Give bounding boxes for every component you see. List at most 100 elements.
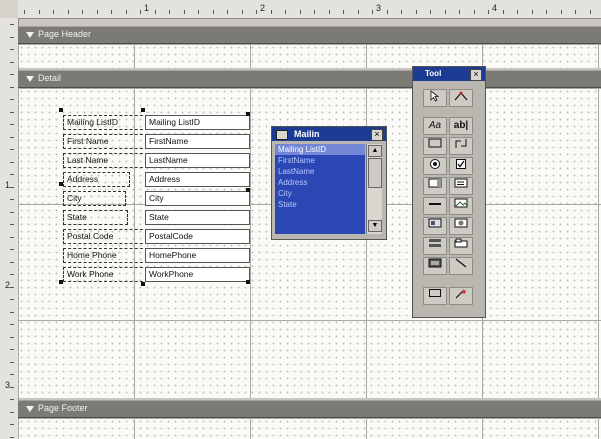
state-textbox[interactable]: State xyxy=(145,210,250,225)
tab-control-icon[interactable] xyxy=(449,237,473,255)
list-item[interactable]: LastName xyxy=(275,166,365,177)
option-button-icon[interactable] xyxy=(423,157,447,175)
field-list-window[interactable]: Mailin × Mailing ListID FirstName LastNa… xyxy=(271,126,387,240)
last-name-label[interactable]: Last Name xyxy=(63,153,148,168)
ruler-tick xyxy=(169,10,170,14)
select-pointer-icon[interactable] xyxy=(423,89,447,107)
section-marker-icon xyxy=(26,406,34,412)
list-item[interactable]: State xyxy=(275,199,365,210)
ruler-tick xyxy=(53,10,54,14)
selection-handle[interactable] xyxy=(246,188,250,192)
mailing-listid-label[interactable]: Mailing ListID xyxy=(63,115,148,130)
scroll-up-icon[interactable]: ▲ xyxy=(368,145,382,157)
home-phone-textbox[interactable]: HomePhone xyxy=(145,248,250,263)
first-name-textbox[interactable]: FirstName xyxy=(145,134,250,149)
ruler-tick xyxy=(10,236,14,238)
rectangle-icon[interactable] xyxy=(423,287,447,305)
ruler-tick xyxy=(10,124,14,125)
check-box-icon[interactable] xyxy=(449,157,473,175)
selection-handle[interactable] xyxy=(246,280,250,284)
work-phone-textbox[interactable]: WorkPhone xyxy=(145,267,250,282)
ruler-tick xyxy=(24,10,25,14)
ruler-tick xyxy=(270,10,272,14)
first-name-label[interactable]: First Name xyxy=(63,134,148,149)
page-footer-area[interactable] xyxy=(18,418,601,439)
control-wizard-icon[interactable] xyxy=(449,89,473,107)
close-icon[interactable]: × xyxy=(470,69,482,81)
close-icon[interactable]: × xyxy=(371,129,383,141)
ruler-tick xyxy=(401,10,402,14)
ruler-tick xyxy=(10,261,14,263)
mailing-listid-textbox[interactable]: Mailing ListID xyxy=(145,115,250,130)
detail-band[interactable]: Detail xyxy=(18,70,601,88)
combo-box-icon[interactable] xyxy=(423,177,447,195)
ruler-tick xyxy=(10,161,14,163)
field-list-title: Mailin xyxy=(294,129,320,139)
address-textbox[interactable]: Address xyxy=(145,172,250,187)
page-footer-band[interactable]: Page Footer xyxy=(18,400,601,418)
ruler-number: 1 xyxy=(144,3,150,13)
list-item[interactable]: Mailing ListID xyxy=(275,144,365,155)
selection-handle[interactable] xyxy=(141,282,145,286)
toggle-button-icon[interactable] xyxy=(449,137,473,155)
command-button-icon[interactable] xyxy=(423,197,447,215)
page-break-icon[interactable] xyxy=(423,237,447,255)
ruler-tick xyxy=(125,10,127,14)
last-name-textbox[interactable]: LastName xyxy=(145,153,250,168)
selection-handle[interactable] xyxy=(246,112,250,116)
ruler-number: 3 xyxy=(376,3,382,13)
ruler-tick xyxy=(10,336,14,338)
section-marker-icon xyxy=(26,32,34,38)
horizontal-ruler[interactable]: 1 2 3 4 xyxy=(18,0,601,19)
field-list-title-bar[interactable]: Mailin × xyxy=(272,127,386,141)
city-label[interactable]: City xyxy=(63,191,126,206)
toolbox-title-bar[interactable]: Tool × xyxy=(413,67,485,81)
page-header-band[interactable]: Page Header xyxy=(18,26,601,44)
address-label[interactable]: Address xyxy=(63,172,130,187)
more-controls-icon[interactable] xyxy=(449,287,473,305)
postal-code-label[interactable]: Postal Code xyxy=(63,229,148,244)
ruler-tick xyxy=(10,386,14,388)
option-group-icon[interactable] xyxy=(423,137,447,155)
field-list-scrollbar[interactable]: ▲ ▼ xyxy=(366,144,382,234)
toolbox-title: Tool xyxy=(425,69,442,78)
vertical-ruler[interactable]: 1 2 3 xyxy=(0,18,19,439)
ruler-tick xyxy=(10,299,14,300)
state-label[interactable]: State xyxy=(63,210,128,225)
ruler-tick xyxy=(241,10,243,14)
ruler-tick xyxy=(10,399,14,400)
ruler-tick xyxy=(372,10,373,14)
ruler-tick xyxy=(111,10,112,14)
list-box-icon[interactable] xyxy=(449,177,473,195)
ruler-tick xyxy=(488,10,489,14)
postal-code-textbox[interactable]: PostalCode xyxy=(145,229,250,244)
selection-handle[interactable] xyxy=(59,280,63,284)
selection-handle[interactable] xyxy=(141,108,145,112)
work-phone-label[interactable]: Work Phone xyxy=(63,267,148,282)
text-box-tool[interactable]: ab| xyxy=(449,117,473,135)
image-icon[interactable] xyxy=(449,197,473,215)
selection-handle[interactable] xyxy=(59,108,63,112)
list-item[interactable]: FirstName xyxy=(275,155,365,166)
list-item[interactable]: City xyxy=(275,188,365,199)
home-phone-label[interactable]: Home Phone xyxy=(63,248,148,263)
list-item[interactable]: Address xyxy=(275,177,365,188)
scroll-down-icon[interactable]: ▼ xyxy=(368,220,382,232)
ruler-number: 1 xyxy=(5,180,11,190)
subform-icon[interactable] xyxy=(423,257,447,275)
ruler-tick xyxy=(10,436,14,438)
ruler-tick xyxy=(10,249,14,250)
city-textbox[interactable]: City xyxy=(145,191,250,206)
label-tool[interactable]: Aa xyxy=(423,117,447,135)
unbound-object-frame-icon[interactable] xyxy=(423,217,447,235)
ruler-tick xyxy=(299,10,301,14)
toolbox-window[interactable]: Tool × Aa ab| xyxy=(412,66,486,318)
scroll-thumb[interactable] xyxy=(368,158,382,188)
ruler-tick xyxy=(212,10,214,14)
bound-object-frame-icon[interactable] xyxy=(449,217,473,235)
selection-handle[interactable] xyxy=(59,182,63,186)
ruler-tick xyxy=(314,10,315,14)
field-list-items: Mailing ListID FirstName LastName Addres… xyxy=(275,144,365,234)
page-header-area[interactable] xyxy=(18,44,601,68)
line-icon[interactable] xyxy=(449,257,473,275)
